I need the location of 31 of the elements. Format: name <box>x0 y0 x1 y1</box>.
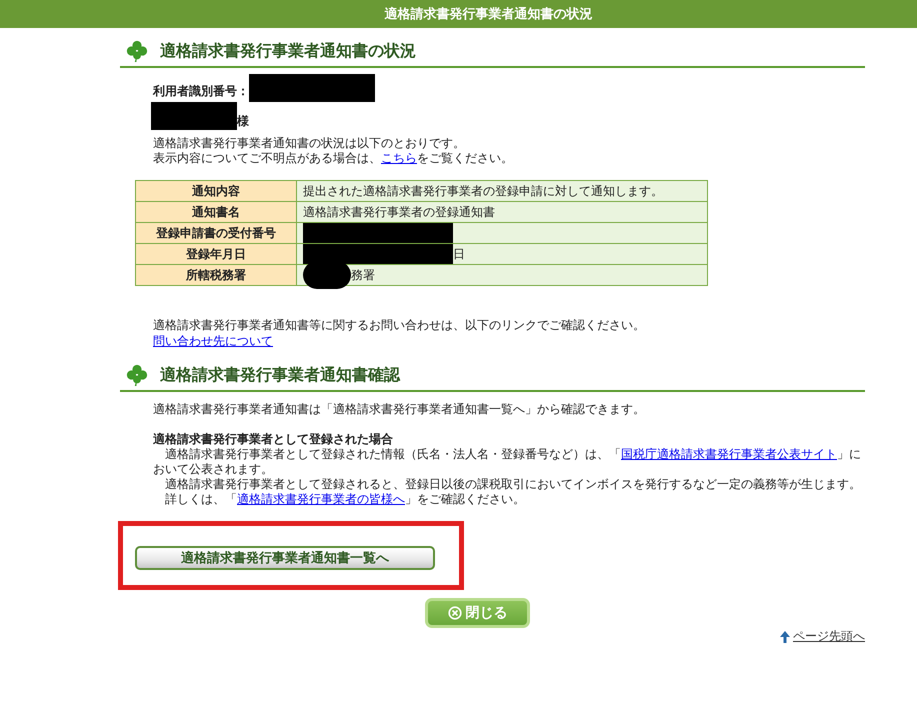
table-header-cell: 所轄税務署 <box>136 264 296 286</box>
paragraph: 適格請求書発行事業者通知書等に関するお問い合わせは、以下のリンクでご確認ください。 <box>153 318 646 333</box>
section-heading: 適格請求書発行事業者通知書確認 <box>160 364 400 386</box>
paragraph: 適格請求書発行事業者通知書は「適格請求書発行事業者通知書一覧へ」から確認できます。 <box>153 402 646 417</box>
link[interactable]: こちら <box>381 151 417 165</box>
user-name-suffix: 様 <box>237 113 249 130</box>
notice-list-button[interactable]: 適格請求書発行事業者通知書一覧へ <box>135 546 435 570</box>
link[interactable]: 国税庁適格請求書発行事業者公表サイト <box>621 447 837 461</box>
close-icon <box>448 606 462 620</box>
up-arrow-icon <box>779 630 791 642</box>
user-id-label: 利用者識別番号： <box>153 84 249 98</box>
page-top-link[interactable]: ページ先頭へ <box>779 628 865 645</box>
paragraph: 詳しくは、「適格請求書発行事業者の皆様へ」をご確認ください。 <box>164 492 526 507</box>
table-header-cell: 通知内容 <box>136 180 296 202</box>
table-cell: 適格請求書発行事業者の登録通知書 <box>296 202 708 222</box>
table-header-cell: 登録申請書の受付番号 <box>136 222 296 244</box>
table-cell: 提出された適格請求書発行事業者の登録申請に対して通知します。 <box>296 180 708 202</box>
section-heading: 適格請求書発行事業者通知書の状況 <box>160 40 416 62</box>
clover-icon <box>126 364 148 386</box>
inquiry-link[interactable]: 問い合わせ先について <box>153 334 273 348</box>
table-header-cell: 登録年月日 <box>136 244 296 264</box>
subheading: 適格請求書発行事業者として登録された場合 <box>153 432 394 447</box>
paragraph: 適格請求書発行事業者として登録された情報（氏名・法人名・登録番号など）は、「国税庁適格請求書発行事業者公表サイト」において公表されます。 <box>153 447 862 477</box>
link[interactable]: 適格請求書発行事業者の皆様へ <box>237 492 405 506</box>
page-title: 適格請求書発行事業者通知書の状況 <box>384 6 592 23</box>
paragraph: 適格請求書発行事業者として登録されると、登録日以後の課税取引においてインボイスを発行するなど一定の義務等が生じます。 <box>164 477 862 492</box>
table-header-cell: 通知書名 <box>136 202 296 222</box>
table-cell: 日 <box>296 244 708 264</box>
paragraph: 表示内容についてご不明点がある場合は、こちら をご覧ください。 <box>153 151 514 166</box>
clover-icon <box>126 40 148 62</box>
paragraph: 適格請求書発行事業者通知書の状況は以下のとおりです。 <box>153 136 466 151</box>
